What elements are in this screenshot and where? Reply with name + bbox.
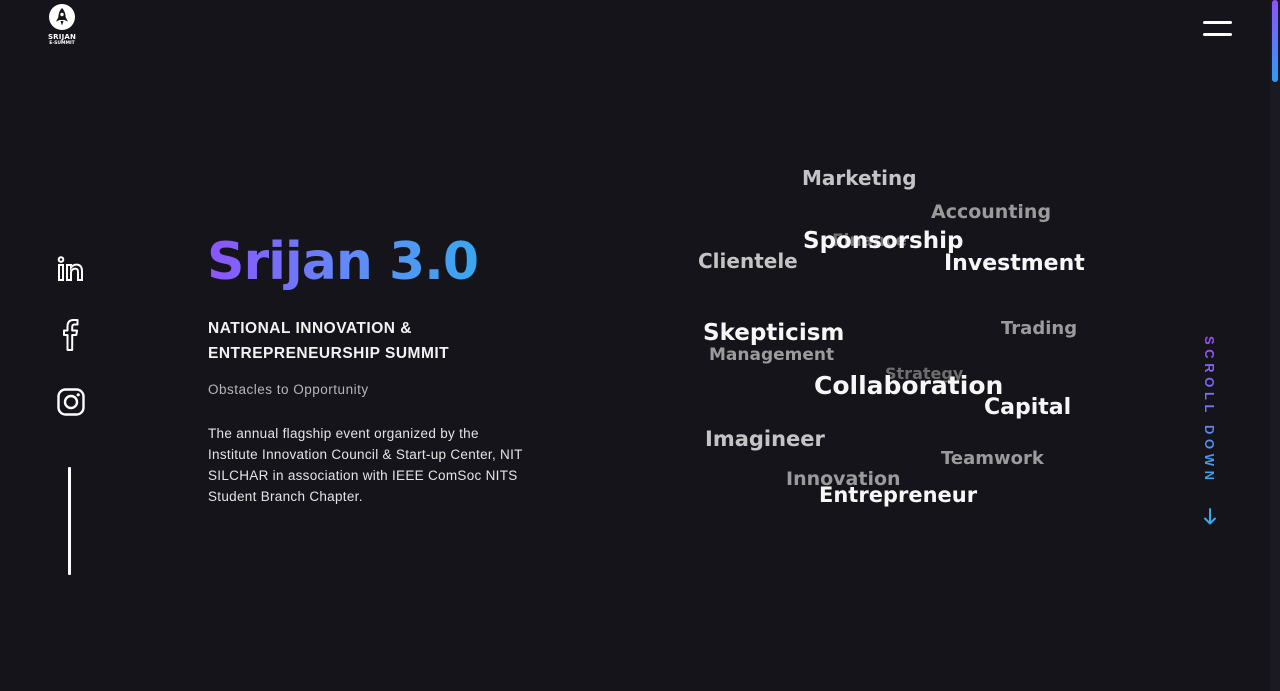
logo-title: SRIJAN [47, 33, 77, 41]
arrow-down-icon [1204, 508, 1216, 525]
page-title: Srijan 3.0 [207, 228, 479, 296]
word-sponsorship: Sponsorship [803, 228, 964, 254]
word-clientele: Clientele [698, 249, 798, 273]
hero-subtitle-line: NATIONAL INNOVATION & [208, 320, 412, 337]
scroll-down-label: SCROLL DOWN [1202, 336, 1217, 485]
word-trading: Trading [1001, 318, 1078, 339]
menu-line [1203, 33, 1232, 36]
word-management: Management [709, 345, 835, 365]
word-investment: Investment [944, 251, 1085, 276]
word-accounting: Accounting [931, 201, 1052, 223]
facebook-link[interactable] [53, 317, 89, 353]
hero-subtitle-line: ENTREPRENEURSHIP SUMMIT [208, 345, 450, 362]
linkedin-icon [57, 256, 83, 281]
hamburger-menu-icon[interactable] [1203, 20, 1233, 40]
instagram-link[interactable] [53, 384, 89, 420]
scrollbar[interactable] [1270, 0, 1280, 691]
scroll-down-button[interactable]: SCROLL DOWN [1200, 336, 1222, 528]
word-capital: Capital [984, 395, 1072, 420]
word-teamwork: Teamwork [941, 448, 1044, 469]
word-marketing: Marketing [802, 166, 917, 190]
scrollbar-thumb[interactable] [1272, 0, 1278, 82]
logo-subtitle: E-SUMMIT [49, 41, 75, 46]
word-entrepreneur: Entrepreneur [819, 483, 978, 507]
word-imagineer: Imagineer [705, 427, 825, 451]
hero-tagline: Obstacles to Opportunity [208, 382, 369, 397]
site-logo[interactable]: SRIJAN E-SUMMIT [44, 3, 80, 55]
word-collaboration: Collaboration [814, 371, 1004, 400]
facebook-icon [63, 319, 79, 351]
linkedin-link[interactable] [53, 251, 89, 287]
menu-line [1203, 21, 1232, 24]
page: SRIJAN E-SUMMIT Srijan 3.0 NATIONAL INNO… [0, 0, 1280, 691]
instagram-icon [57, 388, 85, 416]
rocket-icon [49, 4, 75, 30]
hero-description-line: The annual flagship event organized by t… [208, 426, 479, 441]
hero-description-line: Institute Innovation Council & Start-up … [208, 447, 523, 462]
word-cloud: Marketing Accounting Finance Sponsorship… [690, 160, 1110, 520]
hero-description-line: Student Branch Chapter. [208, 489, 363, 504]
vertical-divider [68, 467, 71, 575]
hero-subtitle: NATIONAL INNOVATION & ENTREPRENEURSHIP S… [208, 316, 508, 366]
word-skepticism: Skepticism [703, 320, 845, 346]
hero-description: The annual flagship event organized by t… [208, 423, 588, 507]
hero-description-line: SILCHAR in association with IEEE ComSoc … [208, 468, 518, 483]
